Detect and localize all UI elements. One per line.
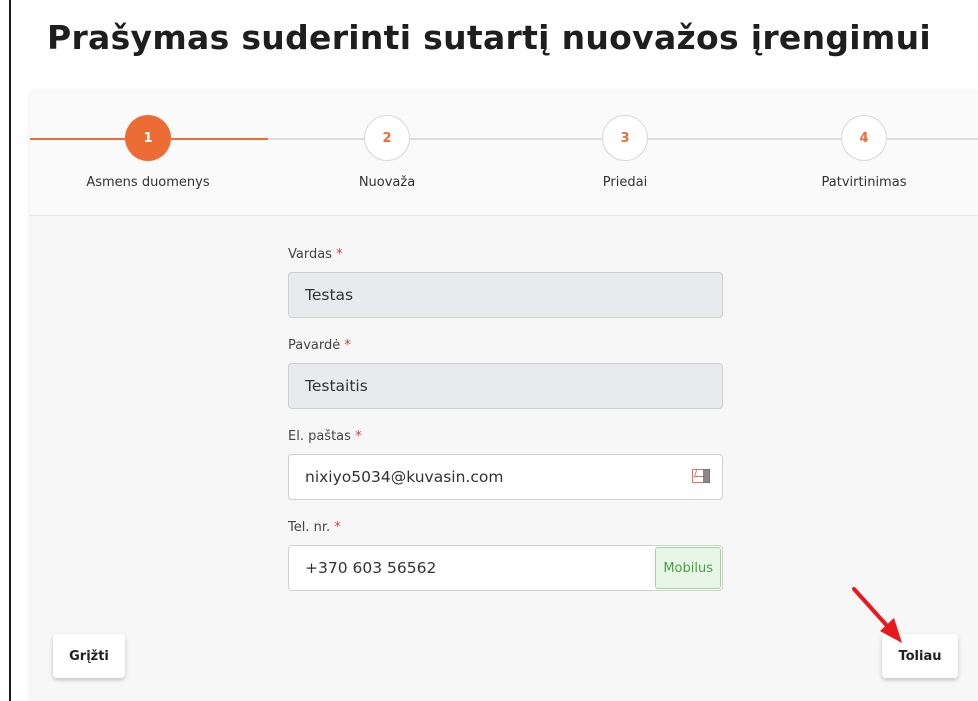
step-2-label: Nuovaža	[358, 175, 416, 190]
step-4-label: Patvirtinimas	[821, 175, 907, 190]
required-marker: *	[334, 520, 341, 535]
step-3-number: 3	[602, 115, 648, 161]
step-4[interactable]: 4 Patvirtinimas	[764, 115, 964, 190]
step-4-number: 4	[841, 115, 887, 161]
window-border	[9, 0, 11, 701]
first-name-label-text: Vardas	[288, 247, 332, 262]
phone-label: Tel. nr. *	[288, 520, 341, 535]
last-name-label: Pavardė *	[288, 338, 351, 353]
email-label: El. paštas *	[288, 429, 362, 444]
required-marker: *	[336, 247, 343, 262]
phone-label-text: Tel. nr.	[288, 520, 331, 535]
back-button[interactable]: Grįžti	[53, 634, 125, 678]
step-1-number: 1	[125, 115, 171, 161]
first-name-value: Testas	[305, 286, 354, 304]
email-input[interactable]: nixiyo5034@kuvasin.com	[288, 454, 723, 500]
step-3-label: Priedai	[602, 175, 648, 190]
first-name-label: Vardas *	[288, 247, 343, 262]
phone-input[interactable]: +370 603 56562 Mobilus	[288, 545, 723, 591]
mobile-badge: Mobilus	[655, 547, 721, 589]
phone-value: +370 603 56562	[305, 559, 437, 577]
red-arrow-annotation	[852, 587, 902, 643]
step-3[interactable]: 3 Priedai	[525, 115, 725, 190]
email-label-text: El. paštas	[288, 429, 351, 444]
step-1[interactable]: 1 Asmens duomenys	[48, 115, 248, 190]
first-name-input[interactable]: Testas	[288, 272, 723, 318]
step-1-label: Asmens duomenys	[86, 175, 210, 190]
step-2-number: 2	[364, 115, 410, 161]
step-2[interactable]: 2 Nuovaža	[287, 115, 487, 190]
email-value: nixiyo5034@kuvasin.com	[305, 468, 504, 486]
form-card: 1 Asmens duomenys 2 Nuovaža 3 Priedai 4 …	[30, 92, 978, 701]
page-title: Prašymas suderinti sutartį nuovažos įren…	[46, 18, 932, 57]
last-name-label-text: Pavardė	[288, 338, 341, 353]
email-autofill-icon[interactable]	[692, 469, 710, 483]
required-marker: *	[355, 429, 362, 444]
last-name-input[interactable]: Testaitis	[288, 363, 723, 409]
required-marker: *	[344, 338, 351, 353]
last-name-value: Testaitis	[305, 377, 368, 395]
stepper: 1 Asmens duomenys 2 Nuovaža 3 Priedai 4 …	[30, 92, 978, 216]
